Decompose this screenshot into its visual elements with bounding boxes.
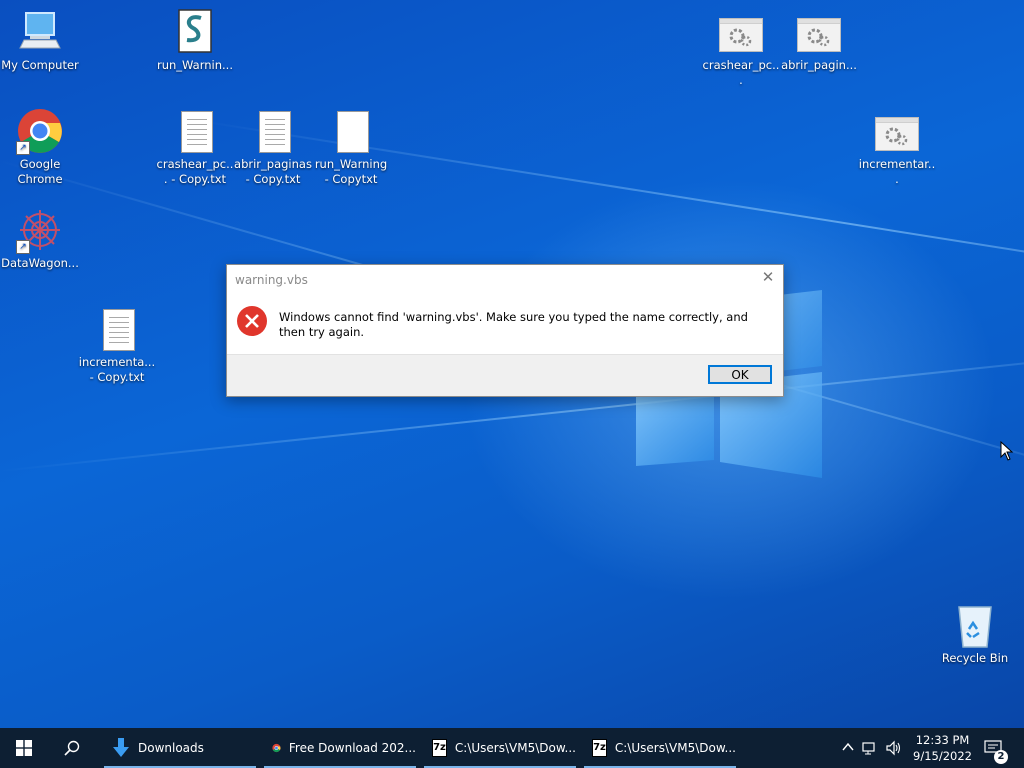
- desktop-icon-label: abrir_pagin...: [781, 58, 857, 72]
- taskbar-item-label: C:\Users\VM5\Dow...: [614, 741, 736, 755]
- desktop: My Computer ↗ Google Chrome ↗ DataWagon.…: [0, 0, 1024, 728]
- desktop-icon-crashear-exe[interactable]: crashear_pc...: [701, 8, 781, 88]
- network-icon[interactable]: [862, 740, 878, 756]
- search-icon: [64, 740, 80, 756]
- dialog-message: Windows cannot find 'warning.vbs'. Make …: [279, 310, 748, 339]
- desktop-icon-google-chrome[interactable]: ↗ Google Chrome: [0, 107, 80, 187]
- desktop-icon-run-warning-copy[interactable]: run_Warning - Copytxt: [311, 107, 391, 187]
- 7zip-icon: 7z: [432, 739, 447, 757]
- taskbar-item-downloads[interactable]: Downloads: [104, 728, 256, 768]
- desktop-icon-incrementar-exe[interactable]: incrementar...: [857, 107, 937, 187]
- text-file-icon: [249, 107, 297, 155]
- desktop-icon-label: DataWagon...: [1, 256, 79, 270]
- clock-time: 12:33 PM: [915, 733, 970, 747]
- dialog-footer: OK: [227, 354, 783, 396]
- taskbar-item-7zip-2[interactable]: 7z C:\Users\VM5\Dow...: [584, 728, 736, 768]
- windows-start-icon: [16, 740, 32, 756]
- desktop-icon-label: run_Warnin...: [156, 58, 233, 72]
- desktop-icon-label: Recycle Bin: [941, 651, 1009, 665]
- error-icon: [237, 306, 267, 336]
- computer-icon: [16, 8, 64, 56]
- script-file-icon: [171, 8, 219, 56]
- taskbar-item-label: C:\Users\VM5\Dow...: [454, 741, 576, 755]
- desktop-icon-recycle-bin[interactable]: Recycle Bin: [935, 601, 1015, 666]
- chrome-icon: ↗: [16, 107, 64, 155]
- taskbar: Downloads Free Download 202... 7z C:\Use…: [0, 728, 1024, 768]
- 7zip-icon: 7z: [592, 739, 607, 757]
- taskbar-item-label: Downloads: [138, 741, 204, 755]
- desktop-icon-incrementa-copy[interactable]: incrementa... - Copy.txt: [77, 305, 157, 385]
- volume-icon[interactable]: [886, 740, 902, 756]
- desktop-icon-label: My Computer: [1, 58, 79, 72]
- blank-file-icon: [327, 107, 375, 155]
- search-button[interactable]: [48, 728, 96, 768]
- clock-date: 9/15/2022: [913, 749, 972, 763]
- desktop-icon-label: run_Warning - Copytxt: [314, 157, 388, 186]
- chevron-up-icon[interactable]: [840, 740, 856, 756]
- shortcut-arrow-icon: ↗: [16, 240, 30, 254]
- desktop-icon-crashear-copy[interactable]: crashear_pc... - Copy.txt: [155, 107, 235, 187]
- shortcut-arrow-icon: ↗: [16, 141, 30, 155]
- download-arrow-icon: [113, 738, 129, 757]
- application-gear-icon: [873, 107, 921, 155]
- error-dialog: warning.vbs ✕ Windows cannot find 'warni…: [226, 264, 784, 397]
- desktop-icon-abrir-copy[interactable]: abrir_paginas - Copy.txt: [233, 107, 313, 187]
- desktop-icon-run-warning-script[interactable]: run_Warnin...: [155, 8, 235, 73]
- desktop-icon-label: crashear_pc...: [702, 58, 780, 87]
- start-button[interactable]: [0, 728, 48, 768]
- chrome-icon: [272, 743, 281, 753]
- clock[interactable]: 12:33 PM 9/15/2022: [913, 732, 972, 764]
- desktop-icon-label: incrementa... - Copy.txt: [78, 355, 156, 384]
- desktop-icon-abrir-exe[interactable]: abrir_pagin...: [779, 8, 859, 73]
- ok-button[interactable]: OK: [708, 365, 772, 384]
- taskbar-item-label: Free Download 202...: [288, 741, 416, 755]
- desktop-icon-my-computer[interactable]: My Computer: [0, 8, 80, 73]
- taskbar-item-chrome[interactable]: Free Download 202...: [264, 728, 416, 768]
- close-icon[interactable]: ✕: [761, 270, 775, 285]
- text-file-icon: [171, 107, 219, 155]
- recycle-bin-icon: [951, 601, 999, 649]
- desktop-icon-label: crashear_pc... - Copy.txt: [156, 157, 234, 186]
- desktop-icon-label: incrementar...: [858, 157, 936, 186]
- mouse-cursor-icon: [1000, 441, 1014, 461]
- desktop-icon-label: abrir_paginas - Copy.txt: [234, 157, 312, 186]
- desktop-icon-label: Google Chrome: [17, 157, 63, 186]
- notification-count-badge: 2: [994, 750, 1008, 764]
- application-gear-icon: [717, 8, 765, 56]
- text-file-icon: [93, 305, 141, 353]
- datawagon-icon: ↗: [16, 206, 64, 254]
- taskbar-item-7zip-1[interactable]: 7z C:\Users\VM5\Dow...: [424, 728, 576, 768]
- dialog-title: warning.vbs: [235, 273, 308, 287]
- desktop-icon-datawagon[interactable]: ↗ DataWagon...: [0, 206, 80, 271]
- application-gear-icon: [795, 8, 843, 56]
